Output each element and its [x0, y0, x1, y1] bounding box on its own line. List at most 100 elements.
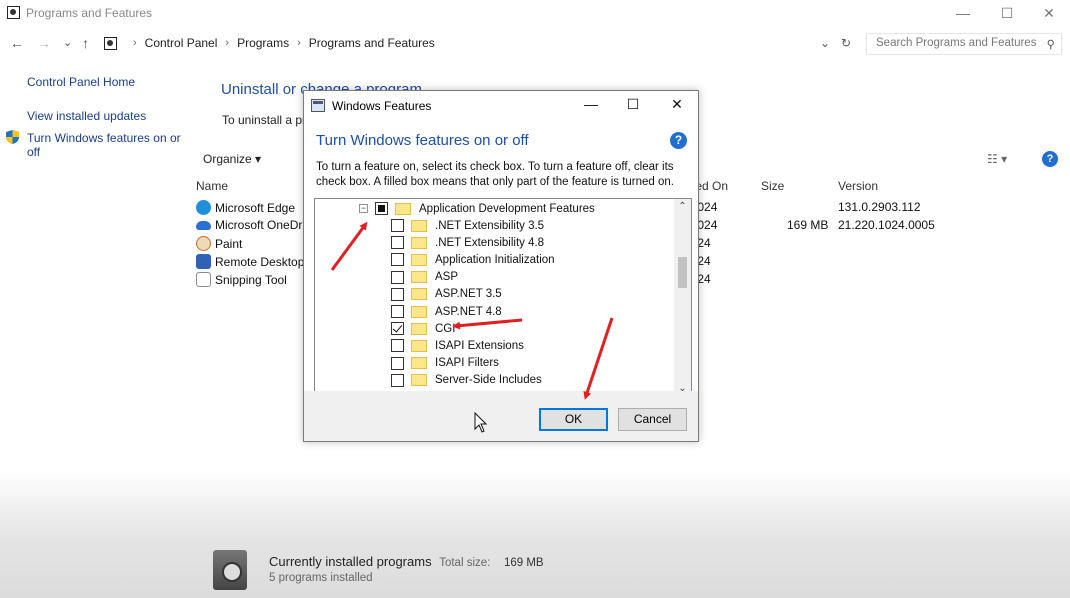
feature-checkbox[interactable] — [391, 322, 404, 336]
tree-node-feature[interactable]: ISAPI Extensions — [391, 337, 524, 354]
mouse-cursor-icon — [474, 412, 488, 433]
table-row[interactable]: Snipping Tool — [196, 272, 287, 287]
tree-node-feature[interactable]: .NET Extensibility 4.8 — [391, 234, 544, 251]
folder-icon — [411, 288, 427, 301]
version-cell: 131.0.2903.112 — [838, 200, 921, 214]
tree-node-app-dev-features[interactable]: − Application Development Features — [359, 200, 595, 217]
maximize-button[interactable]: ☐ — [984, 0, 1030, 26]
address-dropdown-icon[interactable]: ⌄ — [820, 36, 830, 50]
dialog-close-button[interactable]: ✕ — [662, 96, 692, 116]
folder-icon — [411, 322, 427, 335]
feature-label: ISAPI Extensions — [435, 339, 524, 352]
feature-checkbox[interactable] — [391, 236, 404, 250]
edge-icon — [196, 200, 211, 215]
feature-label: ASP.NET 4.8 — [435, 305, 502, 318]
breadcrumb-separator[interactable]: › — [297, 37, 301, 49]
back-arrow-icon[interactable]: ← — [10, 35, 24, 51]
feature-label: ISAPI Filters — [435, 357, 499, 370]
search-input[interactable]: Search Programs and Features ⚲ — [866, 33, 1062, 55]
windows-features-icon — [311, 99, 325, 112]
collapse-icon[interactable]: − — [359, 204, 368, 213]
view-installed-updates-link[interactable]: View installed updates — [27, 109, 146, 123]
recent-locations-icon[interactable]: ⌄ — [63, 36, 72, 49]
breadcrumb: › Control Panel › Programs › Programs an… — [104, 36, 435, 50]
search-icon: ⚲ — [1046, 39, 1055, 51]
features-tree[interactable]: − Application Development Features .NET … — [314, 198, 692, 401]
dialog-titlebar[interactable]: Windows Features — ☐ ✕ — [304, 91, 698, 121]
feature-checkbox[interactable] — [391, 305, 404, 318]
feature-checkbox[interactable] — [391, 339, 404, 353]
folder-icon — [411, 374, 427, 387]
feature-label: .NET Extensibility 3.5 — [435, 219, 545, 232]
folder-icon — [411, 339, 427, 352]
breadcrumb-programs-and-features[interactable]: Programs and Features — [309, 36, 435, 50]
dialog-heading: Turn Windows features on or off — [316, 132, 529, 149]
program-count: 5 programs installed — [269, 572, 373, 584]
help-icon[interactable]: ? — [1042, 151, 1058, 167]
size-cell: 169 MB — [787, 218, 829, 232]
breadcrumb-separator[interactable]: › — [225, 37, 229, 49]
control-panel-home-link[interactable]: Control Panel Home — [27, 75, 135, 89]
minimize-button[interactable]: — — [940, 0, 986, 26]
tree-node-feature[interactable]: ASP.NET 4.8 — [391, 303, 502, 320]
column-header-name[interactable]: Name — [196, 179, 228, 193]
dialog-title: Windows Features — [332, 99, 432, 113]
turn-windows-features-link[interactable]: Turn Windows features on or — [27, 131, 181, 145]
version-cell: 21.220.1024.0005 — [838, 218, 935, 232]
programs-box-icon — [213, 550, 247, 590]
status-title: Currently installed programs — [269, 554, 432, 569]
onedrive-icon — [196, 220, 211, 230]
tree-node-feature[interactable]: Application Initialization — [391, 251, 555, 268]
column-header-version[interactable]: Version — [838, 179, 878, 193]
folder-icon — [395, 202, 411, 215]
tree-node-feature[interactable]: ISAPI Filters — [391, 355, 499, 372]
feature-checkbox[interactable] — [391, 219, 404, 232]
column-header-size[interactable]: Size — [761, 179, 784, 193]
organize-menu-button[interactable]: Organize ▾ — [203, 152, 261, 166]
table-row[interactable]: Paint — [196, 236, 242, 251]
feature-checkbox[interactable] — [391, 373, 404, 387]
tree-node-feature[interactable]: ASP — [391, 269, 458, 286]
ok-button[interactable]: OK — [539, 408, 608, 431]
dialog-help-icon[interactable]: ? — [670, 132, 687, 149]
breadcrumb-programs[interactable]: Programs — [237, 36, 289, 50]
tree-node-feature[interactable]: ASP.NET 3.5 — [391, 286, 502, 303]
dialog-minimize-button[interactable]: — — [576, 96, 606, 116]
breadcrumb-control-panel[interactable]: Control Panel — [145, 36, 218, 50]
cancel-button[interactable]: Cancel — [618, 408, 687, 431]
dialog-maximize-button[interactable]: ☐ — [618, 96, 648, 116]
feature-checkbox[interactable] — [391, 253, 404, 267]
folder-icon — [411, 253, 427, 266]
feature-checkbox[interactable] — [391, 270, 404, 284]
feature-label: .NET Extensibility 4.8 — [435, 236, 545, 249]
windows-features-dialog: Windows Features — ☐ ✕ Turn Windows feat… — [303, 90, 699, 442]
program-name: Microsoft Edge — [215, 200, 296, 215]
close-button[interactable]: ✕ — [1026, 0, 1070, 26]
shield-icon — [6, 130, 19, 144]
table-row[interactable]: Microsoft OneDrive — [196, 218, 318, 232]
total-size-value: 169 MB — [503, 557, 544, 569]
change-view-icon[interactable]: ☷ ▾ — [987, 152, 1007, 166]
breadcrumb-separator[interactable]: › — [133, 37, 137, 49]
tree-scrollbar[interactable]: ⌃ ⌄ — [674, 199, 691, 400]
remote-desktop-icon — [196, 254, 211, 269]
feature-label: CGI — [435, 322, 456, 335]
tree-node-feature[interactable]: CGI — [391, 320, 455, 337]
folder-icon — [411, 236, 427, 249]
forward-arrow-icon[interactable]: → — [37, 35, 51, 51]
scroll-thumb[interactable] — [678, 257, 687, 288]
scroll-up-icon[interactable]: ⌃ — [674, 201, 691, 212]
control-panel-icon — [104, 36, 117, 50]
table-row[interactable]: Microsoft Edge — [196, 200, 295, 215]
refresh-icon[interactable]: ↻ — [841, 36, 851, 50]
up-arrow-icon[interactable]: ↑ — [82, 35, 89, 51]
tree-node-feature[interactable]: Server-Side Includes — [391, 372, 542, 389]
folder-icon — [411, 219, 427, 232]
feature-checkbox[interactable] — [391, 356, 404, 370]
feature-checkbox-partial[interactable] — [375, 202, 388, 215]
feature-checkbox[interactable] — [391, 287, 404, 301]
tree-node-feature[interactable]: .NET Extensibility 3.5 — [391, 217, 544, 234]
window-title: Programs and Features — [26, 6, 153, 20]
control-panel-icon — [7, 6, 20, 19]
turn-windows-features-link-line2[interactable]: off — [27, 145, 40, 159]
